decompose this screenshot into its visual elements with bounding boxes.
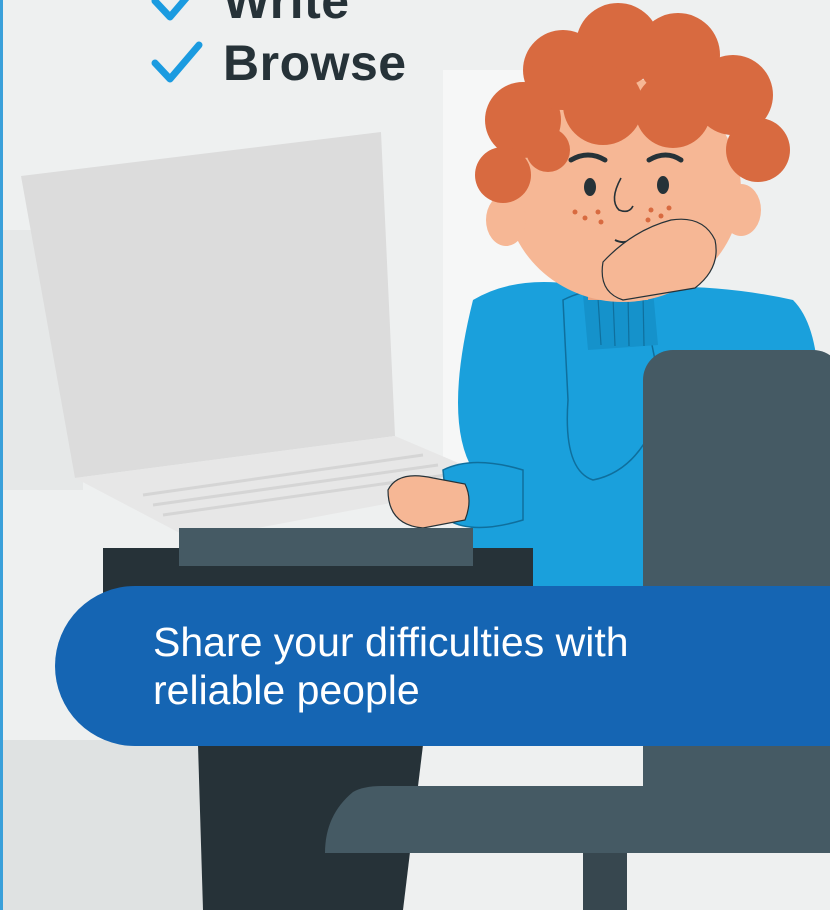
left-eye [584, 178, 596, 196]
checklist-label: Write [223, 0, 350, 29]
checkmark-icon [151, 41, 203, 83]
message-banner: Share your difficulties with reliable pe… [55, 586, 830, 746]
poster-canvas: Write Browse Share your difficulties wit… [0, 0, 830, 910]
desk-pad [179, 528, 473, 566]
banner-line-2: reliable people [153, 667, 420, 713]
right-ear [721, 184, 761, 236]
right-eye [657, 176, 669, 194]
chair-seat [325, 786, 830, 853]
laptop-screen [21, 132, 395, 478]
checkmark-icon [151, 0, 190, 21]
boy-with-laptop-illustration [3, 0, 830, 910]
banner-line-1: Share your difficulties with [153, 619, 629, 665]
checklist: Write Browse [151, 0, 407, 94]
floor-shade [3, 740, 203, 910]
checklist-label: Browse [223, 35, 407, 91]
banner-text: Share your difficulties with reliable pe… [153, 618, 753, 714]
fist [387, 475, 470, 529]
checklist-item-write: Write [151, 0, 407, 32]
chair-post [583, 853, 627, 910]
checklist-item-browse: Browse [151, 32, 407, 94]
